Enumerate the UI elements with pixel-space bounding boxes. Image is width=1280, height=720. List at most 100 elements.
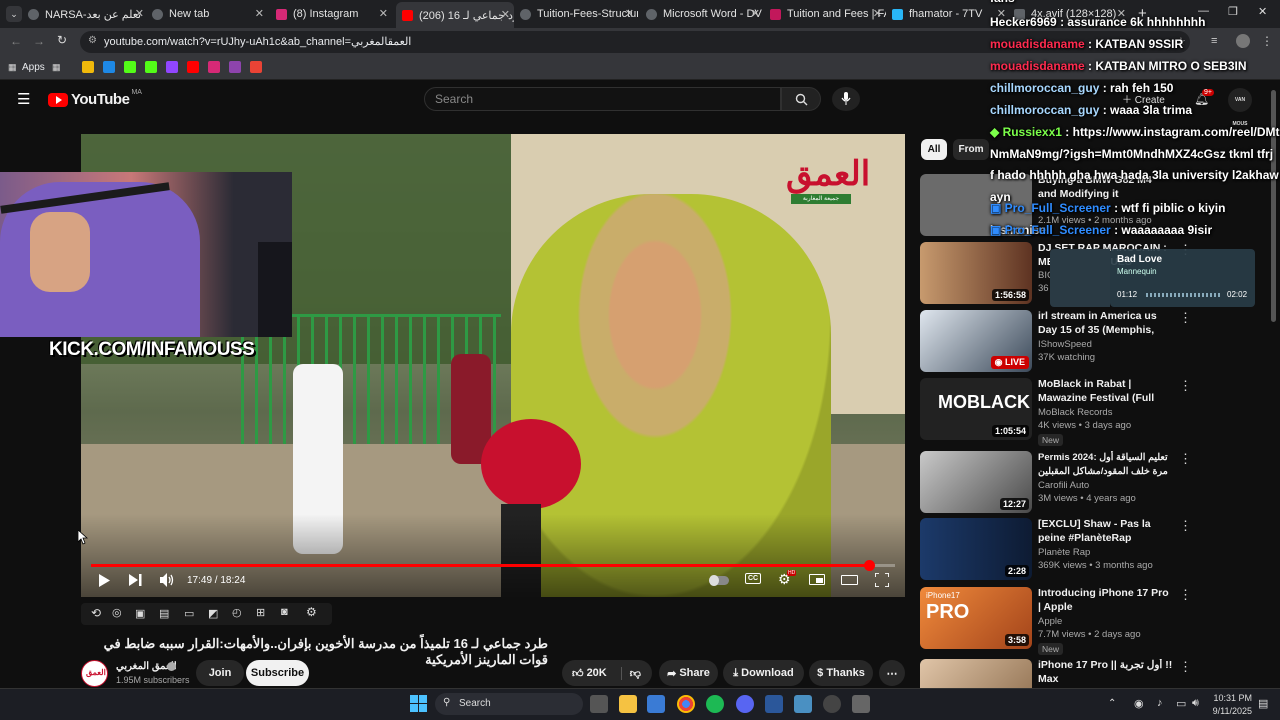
aspect-ratio-icon[interactable]: ▭ xyxy=(184,607,194,620)
chrome-icon[interactable] xyxy=(677,695,695,713)
bookmark-icon[interactable] xyxy=(229,61,241,73)
more-options-icon[interactable]: ⋮ xyxy=(1179,518,1192,534)
video-thumbnail[interactable]: MOBLACK 1:05:54 xyxy=(920,378,1032,440)
windows-start-icon[interactable] xyxy=(410,695,427,712)
more-options-icon[interactable]: ⋮ xyxy=(1179,451,1192,467)
tray-mic-icon[interactable]: ♪ xyxy=(1157,697,1163,709)
captions-icon[interactable]: CC xyxy=(745,573,762,584)
recommendation-channel[interactable]: Carofili Auto xyxy=(1038,480,1089,491)
task-view-icon[interactable] xyxy=(590,695,608,713)
tab-instagram[interactable]: (8) Instagram ✕ xyxy=(276,4,392,24)
download-button[interactable]: ⤓ Download xyxy=(723,660,804,686)
recommendation-title[interactable]: MoBlack in Rabat | Mawazine Festival (Fu… xyxy=(1038,378,1173,406)
taskbar-date[interactable]: 9/11/2025 xyxy=(1206,706,1252,716)
more-options-icon[interactable]: ⋮ xyxy=(1179,587,1192,603)
thanks-button[interactable]: $ Thanks xyxy=(809,660,873,686)
theater-mode-icon[interactable] xyxy=(841,575,858,585)
spotify-icon[interactable] xyxy=(706,695,724,713)
word-icon[interactable] xyxy=(765,695,783,713)
tab-youtube-active[interactable]: طرد جماعي لـ 16 (206)✕ xyxy=(396,2,514,28)
close-icon[interactable]: ✕ xyxy=(873,7,882,20)
recommendation-item[interactable]: 2:28 [EXCLU] Shaw - Pas la peine #Planèt… xyxy=(920,518,1200,580)
subscribe-button[interactable]: Subscribe xyxy=(246,660,309,686)
hamburger-menu-icon[interactable]: ☰ xyxy=(17,90,30,108)
tray-chevron-icon[interactable]: ⌃ xyxy=(1108,698,1116,709)
calculator-icon[interactable] xyxy=(852,695,870,713)
gmail-icon[interactable] xyxy=(250,61,262,73)
close-icon[interactable]: ✕ xyxy=(501,8,510,21)
recommendation-channel[interactable]: Planète Rap xyxy=(1038,547,1090,558)
tab-tuition-fees[interactable]: Tuition-Fees-Structur ✕ xyxy=(520,4,638,24)
like-count[interactable]: 20K xyxy=(587,667,607,679)
video-thumbnail[interactable]: 1:56:58 xyxy=(920,242,1032,304)
recommendation-title[interactable]: irl stream in America us Day 15 of 35 (M… xyxy=(1038,310,1173,338)
join-button[interactable]: Join xyxy=(196,660,244,686)
search-button[interactable] xyxy=(781,87,821,111)
channel-avatar[interactable]: العمق xyxy=(81,660,108,687)
close-icon[interactable]: ✕ xyxy=(379,7,388,20)
next-video-icon[interactable] xyxy=(129,574,142,586)
tab-word[interactable]: Microsoft Word - DV ✕ xyxy=(646,4,764,24)
recommendation-item[interactable]: MOBLACK 1:05:54 MoBlack in Rabat | Mawazi… xyxy=(920,378,1200,446)
recommendation-title[interactable]: [EXCLU] Shaw - Pas la peine #PlanèteRap xyxy=(1038,518,1173,545)
recommendation-item[interactable]: ◉ LIVE irl stream in America us Day 15 o… xyxy=(920,310,1200,372)
recommendation-channel[interactable]: MoBlack Records xyxy=(1038,407,1112,418)
taskbar-search[interactable]: ⚲ Search xyxy=(435,693,583,715)
kick-icon[interactable] xyxy=(124,61,136,73)
fullscreen-icon[interactable] xyxy=(875,573,889,587)
tab-narsa[interactable]: NARSA-تعلم عن بعد ✕ xyxy=(28,4,148,24)
close-icon[interactable]: ✕ xyxy=(625,7,634,20)
rotate-icon[interactable]: ◩ xyxy=(208,607,218,620)
back-icon[interactable]: ← xyxy=(10,34,22,48)
notification-center-icon[interactable]: ▤ xyxy=(1258,697,1268,710)
close-icon[interactable]: ✕ xyxy=(255,7,264,20)
instagram-icon[interactable] xyxy=(208,61,220,73)
apps-bookmark[interactable]: Apps xyxy=(22,62,45,73)
more-options-icon[interactable]: ⋮ xyxy=(1179,310,1192,326)
chip-from[interactable]: From xyxy=(953,139,989,160)
tab-search-button[interactable]: ⌄ xyxy=(6,6,22,22)
close-icon[interactable]: ✕ xyxy=(135,7,144,20)
volume-icon[interactable] xyxy=(160,573,175,587)
loop-icon[interactable]: ⟲ xyxy=(91,606,101,620)
thumbs-up-icon[interactable]: 👍︎ xyxy=(572,667,584,680)
voice-search-button[interactable] xyxy=(832,87,860,111)
recommendation-title[interactable]: Introducing iPhone 17 Pro | Apple xyxy=(1038,587,1173,614)
video-thumbnail[interactable]: 12:27 xyxy=(920,451,1032,513)
recommendation-channel[interactable]: IShowSpeed xyxy=(1038,339,1092,350)
screenshot-icon[interactable]: ▣ xyxy=(135,607,145,620)
video-thumbnail[interactable]: iPhone17 PRO 3:58 xyxy=(920,587,1032,649)
photos-icon[interactable] xyxy=(794,695,812,713)
bookmark-icon[interactable] xyxy=(103,61,115,73)
taskbar-time[interactable]: 10:31 PM xyxy=(1212,693,1252,703)
more-options-icon[interactable]: ⋮ xyxy=(1179,378,1192,394)
youtube-logo[interactable]: YouTube MA xyxy=(48,89,142,108)
twitch-icon[interactable] xyxy=(166,61,178,73)
video-thumbnail[interactable]: 2:28 xyxy=(920,518,1032,580)
youtube-icon[interactable] xyxy=(187,61,199,73)
recommendation-item[interactable]: 12:27 Permis 2024: تعليم السياقة أول مرة… xyxy=(920,451,1200,513)
speaker-icon[interactable]: 🔊︎ xyxy=(1192,697,1199,710)
audio-mode-icon[interactable]: ◎ xyxy=(112,606,122,619)
tab-new-tab[interactable]: New tab ✕ xyxy=(152,4,268,24)
recommendation-title[interactable]: iPhone 17 Pro || أول تجربة !! Max xyxy=(1038,659,1173,686)
speed-gauge-icon[interactable]: ◴ xyxy=(232,606,242,619)
network-icon[interactable]: ▭ xyxy=(1176,697,1186,710)
camera-icon[interactable]: ◙ xyxy=(281,606,288,618)
forward-icon[interactable]: → xyxy=(33,34,45,48)
tab-fau[interactable]: Tuition and Fees | FA ✕ xyxy=(770,4,886,24)
grid-icon[interactable]: ▦ xyxy=(52,62,61,73)
recommendation-item[interactable]: iPhone 17 Pro || أول تجربة !! Max ⋮ xyxy=(920,659,1200,689)
add-box-icon[interactable]: ⊞ xyxy=(256,606,265,619)
settings-gear-icon[interactable]: ⚙ xyxy=(306,605,317,619)
recommendation-item[interactable]: iPhone17 PRO 3:58 Introducing iPhone 17 Pr… xyxy=(920,587,1200,655)
more-actions-button[interactable]: ⋯ xyxy=(879,660,905,686)
obs-icon[interactable] xyxy=(823,695,841,713)
close-icon[interactable]: ✕ xyxy=(751,7,760,20)
video-thumbnail[interactable] xyxy=(920,659,1032,689)
chip-all[interactable]: All xyxy=(921,139,947,160)
thumbs-down-icon[interactable]: 👎︎ xyxy=(620,666,641,680)
play-icon[interactable] xyxy=(98,574,110,587)
binance-icon[interactable] xyxy=(82,61,94,73)
tray-app-icon[interactable]: ◉ xyxy=(1134,697,1144,710)
